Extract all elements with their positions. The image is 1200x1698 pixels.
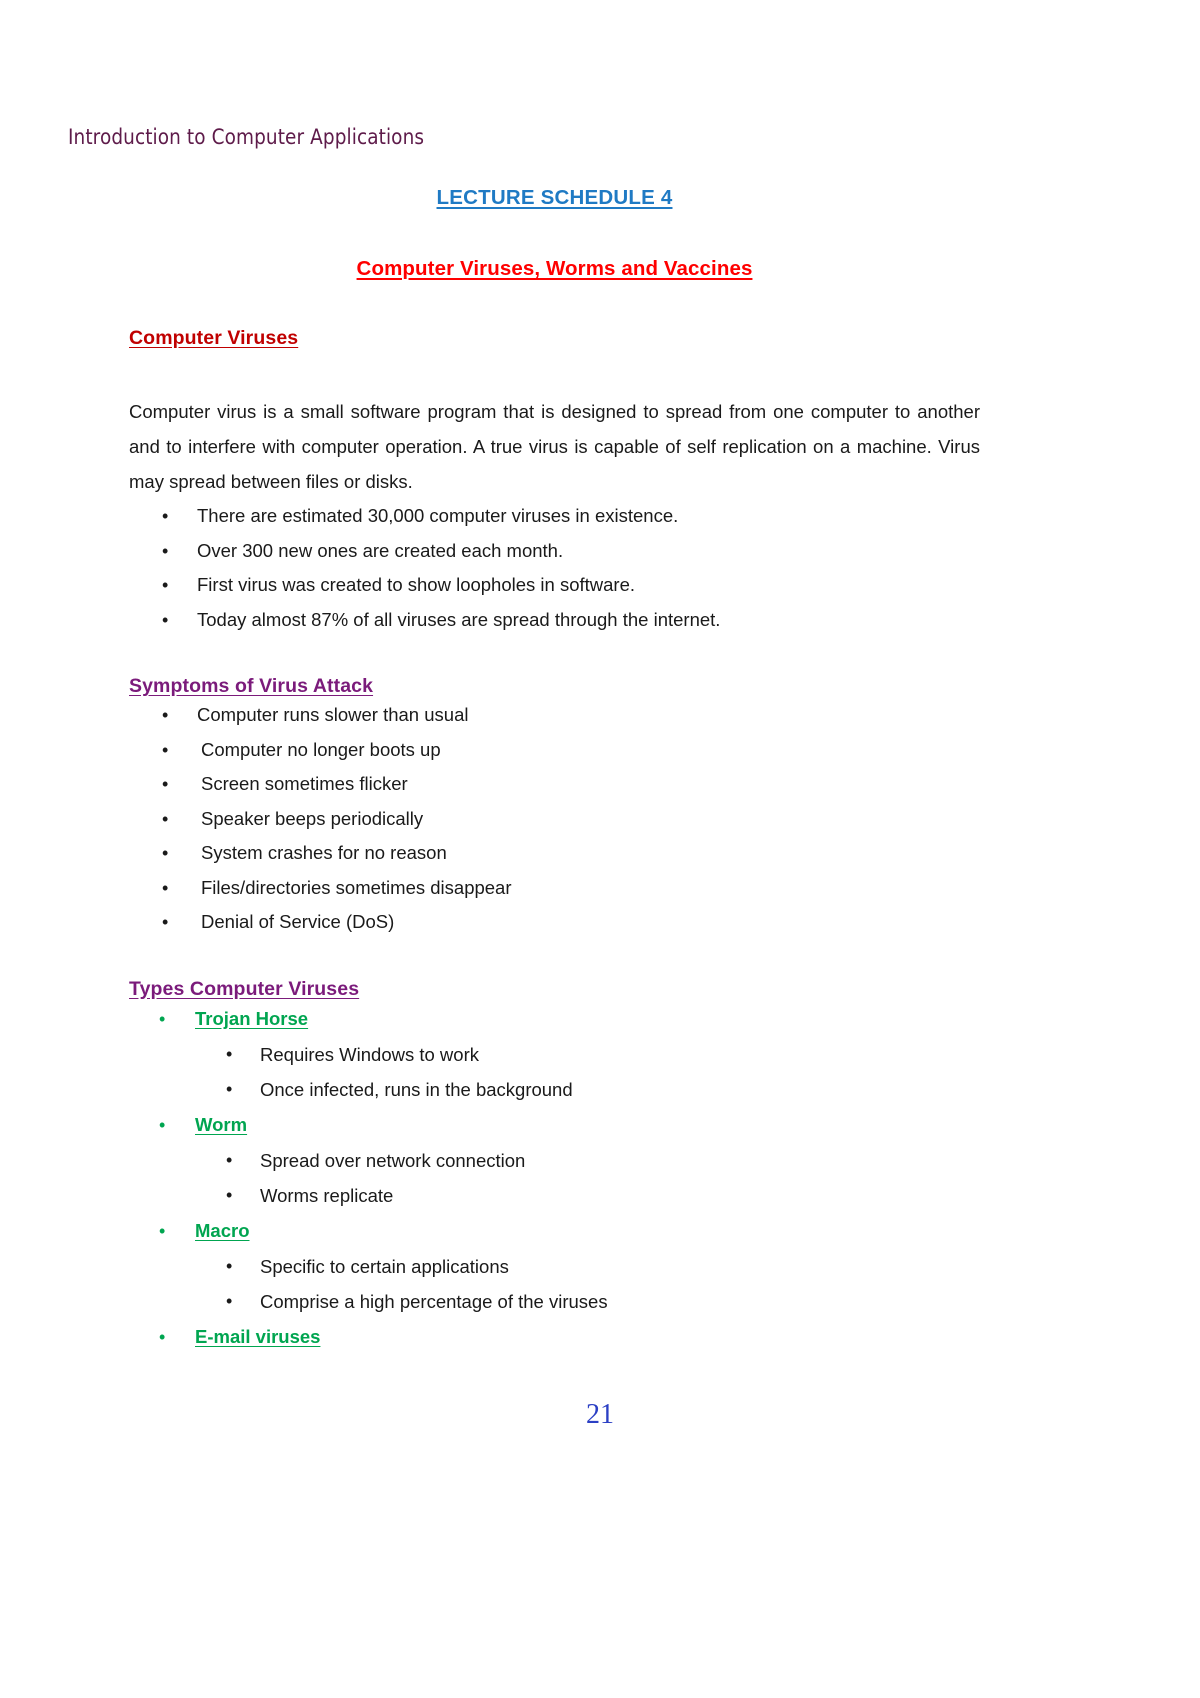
list-item-label: Today almost 87% of all viruses are spre…	[197, 608, 721, 630]
bullet-icon: •	[226, 1290, 233, 1311]
virus-type-label: E-mail viruses	[195, 1325, 321, 1347]
virus-type-worm: • Worm	[129, 1107, 980, 1143]
list-computer-viruses-facts: • There are estimated 30,000 computer vi…	[129, 499, 980, 637]
list-item-label: Comprise a high percentage of the viruse…	[260, 1290, 608, 1312]
list-item: • Computer runs slower than usual	[129, 698, 980, 733]
list-item-label: Computer no longer boots up	[201, 738, 441, 760]
bullet-icon: •	[226, 1149, 233, 1170]
list-item-label: Files/directories sometimes disappear	[201, 876, 512, 898]
paragraph-computer-viruses: Computer virus is a small software progr…	[129, 401, 980, 492]
document-content: LECTURE SCHEDULE 4 Computer Viruses, Wor…	[129, 186, 980, 1355]
list-item: • There are estimated 30,000 computer vi…	[129, 499, 980, 534]
list-item: • Screen sometimes flicker	[129, 767, 980, 802]
bullet-icon: •	[226, 1184, 233, 1205]
list-item-label: System crashes for no reason	[201, 842, 447, 863]
virus-type-label: Macro	[195, 1219, 250, 1241]
section-heading-symptoms: Symptoms of Virus Attack	[129, 675, 374, 697]
bullet-icon: •	[162, 912, 169, 932]
list-item-label: Denial of Service (DoS)	[201, 911, 395, 932]
list-virus-types: • Trojan Horse • Requires Windows to wor…	[129, 1001, 980, 1355]
virus-type-email-viruses: • E-mail viruses	[129, 1319, 980, 1355]
list-item-label: First virus was created to show loophole…	[197, 574, 636, 595]
list-item: • System crashes for no reason	[129, 836, 980, 871]
bullet-icon: •	[226, 1255, 233, 1276]
running-header: Introduction to Computer Applications	[68, 125, 425, 149]
list-item: • First virus was created to show loopho…	[129, 568, 980, 603]
bullet-icon: •	[162, 506, 169, 526]
bullet-icon: •	[162, 774, 169, 794]
bullet-icon: •	[226, 1043, 233, 1064]
bullet-icon: •	[226, 1078, 233, 1099]
list-item: • Files/directories sometimes disappear	[129, 871, 980, 906]
list-item-label: Screen sometimes flicker	[201, 773, 408, 794]
bullet-icon: •	[159, 1326, 166, 1347]
list-item-label: Speaker beeps periodically	[201, 807, 424, 829]
section-heading-computer-viruses: Computer Viruses	[129, 327, 299, 349]
list-item: • Today almost 87% of all viruses are sp…	[129, 603, 980, 638]
list-item-label: Requires Windows to work	[260, 1043, 479, 1065]
bullet-icon: •	[162, 877, 169, 898]
bullet-icon: •	[162, 609, 169, 630]
list-item-label: There are estimated 30,000 computer viru…	[197, 505, 679, 526]
bullet-icon: •	[159, 1008, 166, 1029]
list-item: • Specific to certain applications	[129, 1249, 980, 1284]
virus-type-macro: • Macro	[129, 1213, 980, 1249]
list-trojan-horse-details: • Requires Windows to work • Once infect…	[129, 1037, 980, 1107]
page-title: LECTURE SCHEDULE 4	[436, 186, 673, 209]
bullet-icon: •	[159, 1220, 166, 1241]
list-macro-details: • Specific to certain applications • Com…	[129, 1249, 980, 1319]
list-item: • Over 300 new ones are created each mon…	[129, 534, 980, 569]
list-item: • Computer no longer boots up	[129, 733, 980, 768]
section-heading-types: Types Computer Viruses	[129, 977, 360, 1000]
bullet-icon: •	[162, 575, 169, 595]
list-item-label: Over 300 new ones are created each month…	[197, 539, 564, 561]
document-page: Introduction to Computer Applications LE…	[0, 0, 1200, 1698]
page-number: 21	[586, 1399, 614, 1430]
bullet-icon: •	[162, 739, 169, 760]
bullet-icon: •	[162, 843, 169, 863]
virus-type-label: Worm	[195, 1113, 248, 1135]
list-item-label: Worms replicate	[260, 1184, 394, 1206]
bullet-icon: •	[162, 540, 169, 561]
page-subtitle: Computer Viruses, Worms and Vaccines	[356, 257, 753, 280]
list-item-label: Specific to certain applications	[260, 1255, 509, 1277]
list-item: • Once infected, runs in the background	[129, 1072, 980, 1107]
bullet-icon: •	[162, 705, 169, 725]
list-item: • Denial of Service (DoS)	[129, 905, 980, 940]
list-item-label: Spread over network connection	[260, 1149, 526, 1171]
list-item-label: Computer runs slower than usual	[197, 704, 469, 725]
bullet-icon: •	[162, 808, 169, 829]
list-item: • Spread over network connection	[129, 1143, 980, 1178]
list-item: • Worms replicate	[129, 1178, 980, 1213]
bullet-icon: •	[159, 1114, 166, 1135]
list-worm-details: • Spread over network connection • Worms…	[129, 1143, 980, 1213]
list-item: • Speaker beeps periodically	[129, 802, 980, 837]
virus-type-trojan-horse: • Trojan Horse	[129, 1001, 980, 1037]
list-item: • Requires Windows to work	[129, 1037, 980, 1072]
list-item-label: Once infected, runs in the background	[260, 1078, 573, 1100]
list-symptoms: • Computer runs slower than usual • Comp…	[129, 698, 980, 940]
list-item: • Comprise a high percentage of the viru…	[129, 1284, 980, 1319]
virus-type-label: Trojan Horse	[195, 1007, 309, 1029]
